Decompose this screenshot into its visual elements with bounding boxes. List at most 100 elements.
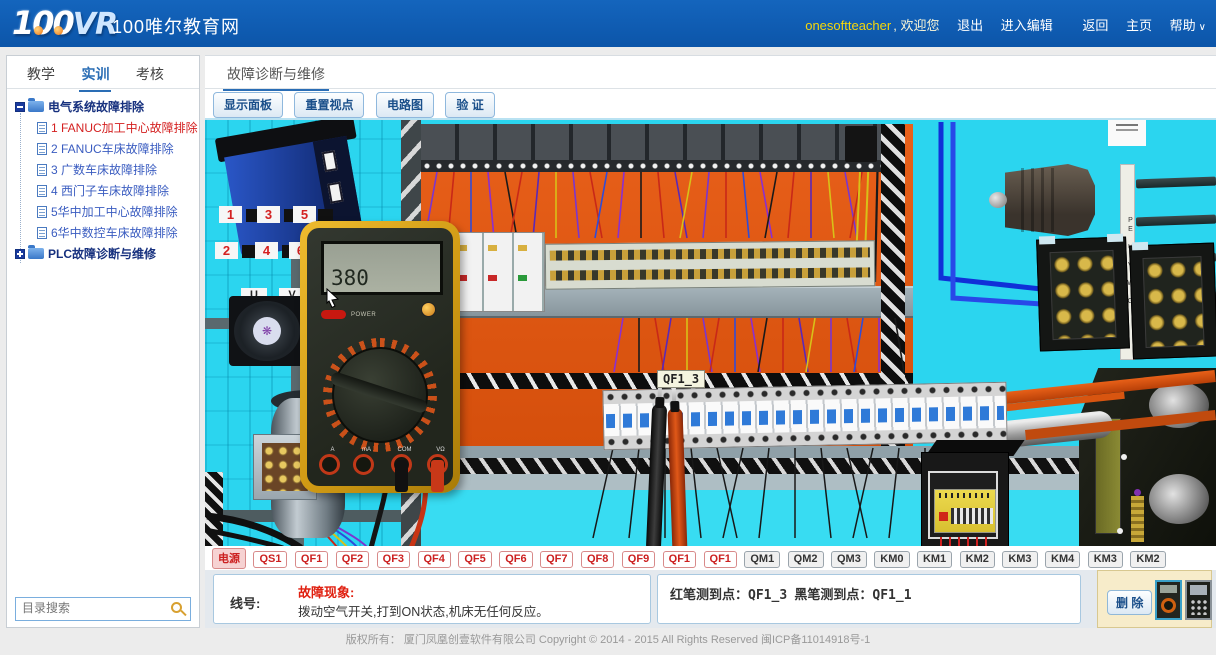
show-panel-button[interactable]: 显示面板	[213, 92, 283, 118]
fan-hub: ❋	[253, 317, 281, 345]
tag-km2[interactable]: KM2	[960, 551, 995, 568]
tag-km3[interactable]: KM3	[1002, 551, 1037, 568]
home-link[interactable]: 主页	[1126, 18, 1152, 33]
contactor-terminal	[518, 245, 527, 251]
terminal-row	[550, 267, 870, 280]
rotary-dial[interactable]	[323, 338, 437, 452]
tag-km4[interactable]: KM4	[1045, 551, 1080, 568]
tag-qf2[interactable]: QF2	[336, 551, 369, 568]
transformer[interactable]	[921, 440, 1021, 546]
tab-assessment[interactable]: 考核	[134, 56, 166, 90]
tree-item-hzhong-cnc-lathe[interactable]: 6华中数控车床故障排除	[15, 223, 199, 244]
reset-view-button[interactable]: 重置视点	[294, 92, 364, 118]
tag-km3b[interactable]: KM3	[1088, 551, 1123, 568]
warning-icon	[939, 512, 948, 521]
copyright-footer: 版权所有： 厦门凤凰创壹软件有限公司 Copyright © 2014 - 20…	[0, 628, 1216, 655]
tag-km0[interactable]: KM0	[874, 551, 909, 568]
tree-item-gsk-lathe[interactable]: 3 广数车床故障排除	[15, 160, 199, 181]
terminal-block[interactable]	[1129, 243, 1216, 360]
tag-qf1b[interactable]: QF1	[663, 551, 696, 568]
cooling-fan[interactable]: ❋	[229, 296, 305, 366]
logo-dot-icon	[54, 26, 63, 35]
red-plug[interactable]	[431, 460, 444, 492]
terminal-block[interactable]	[1036, 236, 1130, 351]
terminal-strip-long[interactable]	[545, 240, 875, 289]
tag-km1[interactable]: KM1	[917, 551, 952, 568]
tab-fault-diagnosis[interactable]: 故障诊断与维修	[223, 56, 329, 91]
expand-icon[interactable]	[15, 249, 25, 259]
delete-button[interactable]: 删 除	[1107, 590, 1152, 615]
tag-qf9[interactable]: QF9	[622, 551, 655, 568]
logo-dot-icon	[34, 26, 43, 35]
black-plug[interactable]	[395, 460, 408, 492]
probe-point-tag: QF1_3	[657, 370, 705, 388]
screw-dot	[1121, 454, 1127, 460]
screw-dot	[1117, 528, 1123, 534]
verify-button[interactable]: 验 证	[445, 92, 494, 118]
power-button[interactable]	[321, 310, 346, 319]
tree-item-siemens-lathe[interactable]: 4 西门子车床故障排除	[15, 181, 199, 202]
tag-qf4[interactable]: QF4	[418, 551, 451, 568]
port-a[interactable]: A	[319, 454, 340, 475]
contactor-group[interactable]	[453, 232, 545, 312]
terminal-dot-strip	[421, 160, 881, 172]
hold-knob[interactable]	[421, 302, 436, 317]
port-ma[interactable]: mA	[353, 454, 374, 475]
document-icon	[37, 122, 47, 134]
document-icon	[37, 185, 47, 197]
tag-qf1c[interactable]: QF1	[704, 551, 737, 568]
tag-qm2[interactable]: QM2	[788, 551, 824, 568]
welcome-text: , 欢迎您	[893, 18, 939, 33]
scene-3d-viewport[interactable]: 1 3 5 2 4 6 U V ❋	[205, 118, 1216, 546]
help-link[interactable]: 帮助	[1170, 18, 1196, 33]
tag-qm3[interactable]: QM3	[831, 551, 867, 568]
hazard-stripe-left	[205, 472, 223, 546]
tag-qm1[interactable]: QM1	[744, 551, 780, 568]
username[interactable]: onesoftteacher	[805, 18, 891, 33]
tab-teaching[interactable]: 教学	[25, 56, 57, 90]
circuit-diagram-button[interactable]: 电路图	[376, 92, 434, 118]
tree-folder-electrical[interactable]: 电气系统故障排除	[15, 97, 199, 118]
back-link[interactable]: 返回	[1082, 18, 1108, 33]
terminal-number-label[interactable]: 2	[215, 242, 238, 259]
tag-qs1[interactable]: QS1	[253, 551, 287, 568]
chevron-down-icon: ∨	[1199, 22, 1206, 33]
tag-qf5[interactable]: QF5	[458, 551, 491, 568]
terminal-number-label[interactable]: 4	[255, 242, 278, 259]
terminal-number-label[interactable]: 3	[257, 206, 280, 223]
tab-training[interactable]: 实训	[79, 56, 111, 92]
tree-item-fanuc-machining[interactable]: 1 FANUC加工中心故障排除	[15, 118, 199, 139]
terminal-block-tab	[1132, 242, 1148, 251]
tag-qf8[interactable]: QF8	[581, 551, 614, 568]
document-icon	[37, 143, 47, 155]
tag-qf7[interactable]: QF7	[540, 551, 573, 568]
component-tag-row: 电源 QS1 QF1 QF2 QF3 QF4 QF5 QF6 QF7 QF8 Q…	[205, 548, 1216, 569]
collapse-icon[interactable]	[15, 102, 25, 112]
meter-reading: 380	[331, 266, 369, 290]
logout-link[interactable]: 退出	[957, 18, 983, 33]
multimeter-body: 380 POWER A mA COM VΩ	[307, 228, 453, 486]
tree-item-fanuc-lathe[interactable]: 2 FANUC车床故障排除	[15, 139, 199, 160]
tag-qf3[interactable]: QF3	[377, 551, 410, 568]
servo-motor[interactable]	[991, 158, 1095, 242]
multimeter-thumbnail-analog[interactable]	[1155, 580, 1182, 620]
thumb-screen	[1190, 585, 1207, 595]
tag-qf6[interactable]: QF6	[499, 551, 532, 568]
tree-folder-plc[interactable]: PLC故障诊断与维修	[15, 244, 199, 265]
course-tree: 电气系统故障排除 1 FANUC加工中心故障排除 2 FANUC车床故障排除 3…	[7, 89, 199, 265]
tree-item-hzhong-machining[interactable]: 5华中加工中心故障排除	[15, 202, 199, 223]
tag-qf1[interactable]: QF1	[295, 551, 328, 568]
site-logo[interactable]: 100VR	[12, 4, 117, 44]
tag-km2b[interactable]: KM2	[1130, 551, 1165, 568]
search-input[interactable]	[22, 601, 162, 615]
terminal-row	[550, 247, 870, 260]
document-icon	[37, 164, 47, 176]
multimeter[interactable]: 380 POWER A mA COM VΩ	[300, 221, 460, 493]
power-module[interactable]	[845, 126, 877, 162]
search-icon[interactable]	[171, 602, 182, 613]
multimeter-thumbnail-digital[interactable]	[1185, 580, 1212, 620]
tag-power[interactable]: 电源	[212, 548, 246, 569]
enter-edit-link[interactable]: 进入编辑	[1001, 18, 1053, 33]
fault-phenomenon-text: 拨动空气开关,打到ON状态,机床无任何反应。	[298, 601, 549, 620]
terminal-number-label[interactable]: 1	[219, 206, 242, 223]
